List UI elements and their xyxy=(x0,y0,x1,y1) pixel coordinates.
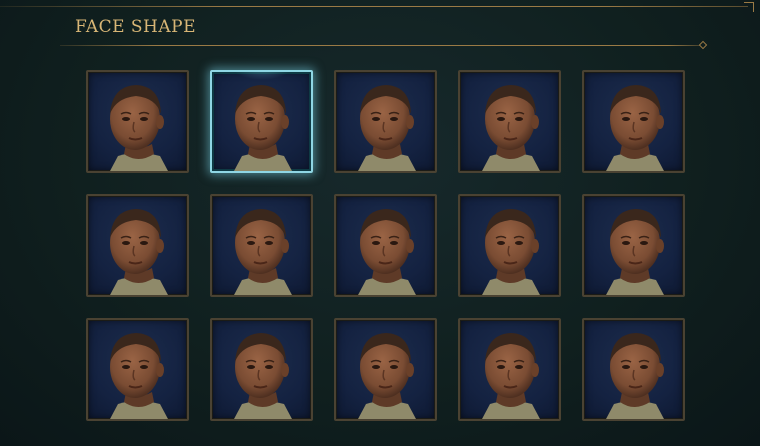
top-divider xyxy=(0,6,748,7)
face-shape-option-13[interactable] xyxy=(334,318,437,421)
face-shape-grid xyxy=(86,70,685,421)
face-portrait-icon xyxy=(358,209,416,295)
face-shape-option-1[interactable] xyxy=(86,70,189,173)
face-portrait-icon xyxy=(606,209,664,295)
face-shape-option-2[interactable] xyxy=(210,70,313,173)
face-portrait-icon xyxy=(110,85,168,171)
face-portrait-icon xyxy=(110,333,168,419)
face-shape-option-15[interactable] xyxy=(582,318,685,421)
section-title: FACE SHAPE xyxy=(75,17,197,37)
face-portrait-icon xyxy=(482,333,540,419)
face-portrait-icon xyxy=(234,85,292,171)
face-shape-option-7[interactable] xyxy=(210,194,313,297)
divider-ornament xyxy=(698,40,708,50)
face-shape-option-10[interactable] xyxy=(582,194,685,297)
face-portrait-icon xyxy=(482,209,540,295)
face-shape-panel: FACE SHAPE xyxy=(0,0,760,446)
face-portrait-icon xyxy=(482,85,540,171)
corner-ornament xyxy=(744,2,754,12)
face-portrait-icon xyxy=(234,333,292,419)
face-shape-option-3[interactable] xyxy=(334,70,437,173)
face-portrait-icon xyxy=(606,333,664,419)
face-portrait-icon xyxy=(606,85,664,171)
title-divider xyxy=(60,40,708,50)
face-shape-option-12[interactable] xyxy=(210,318,313,421)
face-shape-option-8[interactable] xyxy=(334,194,437,297)
face-shape-option-14[interactable] xyxy=(458,318,561,421)
face-portrait-icon xyxy=(234,209,292,295)
face-shape-option-11[interactable] xyxy=(86,318,189,421)
face-shape-option-4[interactable] xyxy=(458,70,561,173)
face-shape-option-5[interactable] xyxy=(582,70,685,173)
face-shape-option-6[interactable] xyxy=(86,194,189,297)
face-portrait-icon xyxy=(358,333,416,419)
face-portrait-icon xyxy=(358,85,416,171)
face-shape-option-9[interactable] xyxy=(458,194,561,297)
face-portrait-icon xyxy=(110,209,168,295)
